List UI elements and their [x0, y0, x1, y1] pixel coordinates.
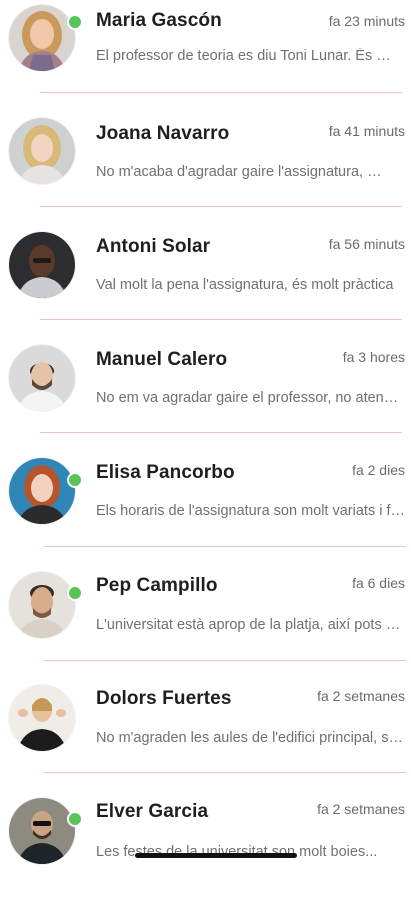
woman-blonde-avatar — [9, 118, 75, 184]
avatar — [9, 685, 75, 751]
contact-name: Elver Garcia — [96, 801, 209, 822]
message-time: fa 23 minuts — [328, 13, 405, 29]
conversation-list: Maria Gascón fa 23 minuts El professor d… — [0, 0, 411, 864]
avatar — [9, 345, 75, 411]
message-preview: El professor de teoria es diu Toni Lunar… — [96, 48, 400, 64]
man-young-avatar — [9, 572, 75, 638]
message-preview: Val molt la pena l'assignatura, és molt … — [96, 277, 394, 293]
avatar — [9, 5, 75, 71]
row-divider — [40, 432, 402, 433]
message-time: fa 41 minuts — [328, 123, 405, 139]
message-time: fa 2 setmanes — [317, 688, 405, 704]
contact-name: Pep Campillo — [96, 575, 218, 596]
woman-red-hair-avatar — [9, 458, 75, 524]
avatar — [9, 798, 75, 864]
avatar — [9, 458, 75, 524]
contact-name: Dolors Fuertes — [96, 688, 232, 709]
online-status-dot — [67, 585, 83, 601]
message-preview: No m'agraden les aules de l'edifici prin… — [96, 730, 406, 746]
row-divider — [40, 206, 402, 207]
message-time: fa 56 minuts — [328, 236, 405, 252]
conversation-row[interactable]: Elver Garcia fa 2 setmanes Les festes de… — [0, 791, 411, 904]
row-divider — [44, 546, 406, 547]
row-divider — [44, 772, 406, 773]
contact-name: Maria Gascón — [96, 10, 222, 31]
conversation-row[interactable]: Manuel Calero fa 3 hores No em va agrada… — [0, 339, 411, 452]
conversation-row[interactable]: Maria Gascón fa 23 minuts El professor d… — [0, 0, 411, 113]
row-divider — [40, 319, 402, 320]
home-indicator — [135, 853, 297, 858]
avatar — [9, 118, 75, 184]
message-preview: Els horaris de l'assignatura son molt va… — [96, 503, 406, 519]
man-beard-avatar — [9, 345, 75, 411]
conversation-row[interactable]: Dolors Fuertes fa 2 setmanes No m'agrade… — [0, 678, 411, 791]
man-sunglasses-avatar — [9, 798, 75, 864]
contact-name: Joana Navarro — [96, 123, 230, 144]
online-status-dot — [67, 14, 83, 30]
conversation-row[interactable]: Pep Campillo fa 6 dies L'universitat est… — [0, 565, 411, 678]
message-time: fa 2 dies — [352, 462, 405, 478]
message-time: fa 6 dies — [352, 575, 405, 591]
woman-gesturing-avatar — [9, 685, 75, 751]
contact-name: Elisa Pancorbo — [96, 462, 235, 483]
avatar — [9, 572, 75, 638]
message-time: fa 2 setmanes — [317, 801, 405, 817]
online-status-dot — [67, 811, 83, 827]
conversation-row[interactable]: Joana Navarro fa 41 minuts No m'acaba d'… — [0, 113, 411, 226]
conversation-row[interactable]: Elisa Pancorbo fa 2 dies Els horaris de … — [0, 452, 411, 565]
woman-blonde-smiling-avatar — [9, 5, 75, 71]
message-preview: No m'acaba d'agradar gaire l'assignatura… — [96, 164, 388, 180]
avatar — [9, 232, 75, 298]
man-dark-skin-avatar — [9, 232, 75, 298]
message-preview: L'universitat està aprop de la platja, a… — [96, 617, 406, 633]
conversation-row[interactable]: Antoni Solar fa 56 minuts Val molt la pe… — [0, 226, 411, 339]
online-status-dot — [67, 472, 83, 488]
message-time: fa 3 hores — [342, 349, 405, 365]
contact-name: Antoni Solar — [96, 236, 211, 257]
row-divider — [40, 92, 402, 93]
contact-name: Manuel Calero — [96, 349, 228, 370]
row-divider — [44, 660, 406, 661]
message-preview: No em va agradar gaire el professor, no … — [96, 390, 400, 406]
